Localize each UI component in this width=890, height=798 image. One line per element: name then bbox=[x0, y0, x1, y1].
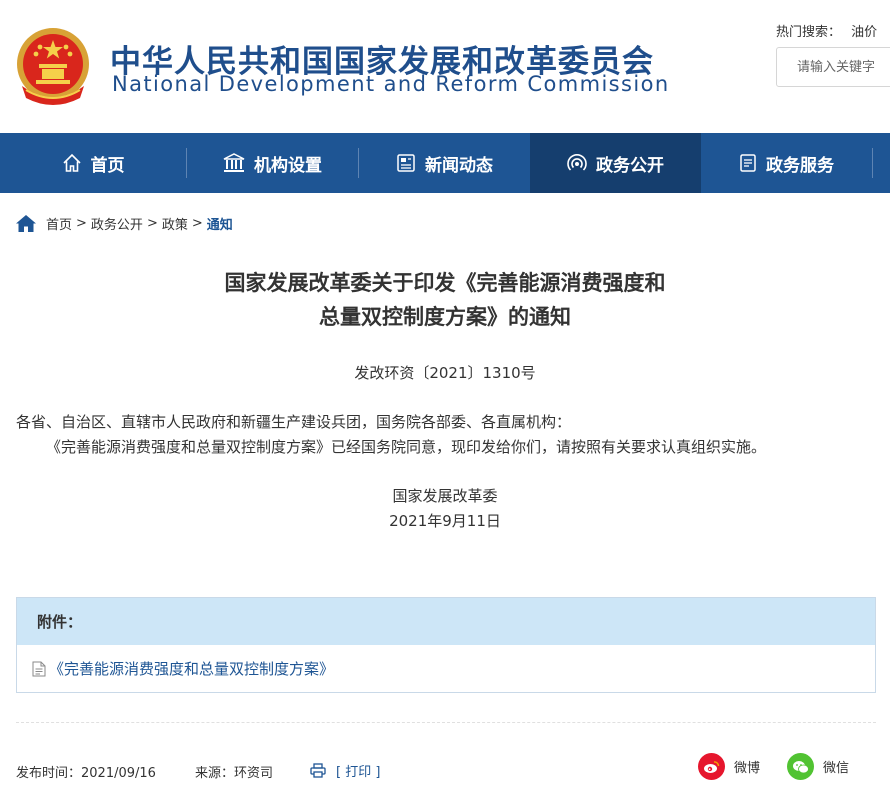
breadcrumb-current[interactable]: 通知 bbox=[207, 214, 233, 233]
search-input[interactable] bbox=[777, 48, 890, 86]
article-title-line: 总量双控制度方案》的通知 bbox=[319, 305, 571, 329]
broadcast-icon bbox=[567, 154, 587, 171]
source: 来源：环资司 bbox=[195, 766, 274, 781]
attachment-header: 附件： bbox=[17, 598, 875, 645]
home-outline-icon bbox=[62, 153, 81, 172]
attachment-file-name: 《完善能源消费强度和总量双控制度方案》 bbox=[49, 660, 335, 678]
signature-org: 国家发展改革委 bbox=[392, 487, 498, 505]
body-paragraph: 《完善能源消费强度和总量双控制度方案》已经国务院同意，现印发给你们，请按照有关要… bbox=[46, 438, 767, 456]
nav-item-label: 首页 bbox=[90, 155, 125, 176]
breadcrumb-policy[interactable]: 政策 bbox=[162, 214, 188, 233]
national-emblem-icon[interactable] bbox=[14, 26, 92, 106]
main-nav: 首页 机构设置 新闻动态 政务公开 政务服务 bbox=[0, 133, 890, 193]
footer-divider bbox=[16, 722, 876, 723]
nav-item-news[interactable]: 新闻动态 bbox=[359, 133, 530, 193]
article-title-line: 国家发展改革委关于印发《完善能源消费强度和 bbox=[224, 271, 666, 295]
newspaper-icon bbox=[397, 154, 415, 172]
article-body: 各省、自治区、直辖市人民政府和新疆生产建设兵团，国务院各部委、各直属机构： 《完… bbox=[16, 410, 876, 460]
share-wechat-button[interactable]: 微信 bbox=[787, 753, 849, 780]
nav-item-label: 机构设置 bbox=[254, 155, 322, 176]
nav-item-label: 政务服务 bbox=[766, 155, 834, 176]
institution-icon bbox=[223, 153, 245, 172]
nav-item-institutions[interactable]: 机构设置 bbox=[187, 133, 358, 193]
publish-time: 发布时间：2021/09/16 bbox=[16, 766, 156, 781]
breadcrumb: 首页 > 政务公开 > 政策 > 通知 bbox=[16, 213, 233, 233]
hot-search-keyword[interactable]: 油价 bbox=[851, 25, 877, 40]
nav-divider bbox=[872, 148, 873, 178]
document-number: 发改环资〔2021〕1310号 bbox=[354, 364, 536, 382]
site-header: 中华人民共和国国家发展和改革委员会 National Development a… bbox=[0, 0, 890, 133]
weibo-icon bbox=[698, 753, 725, 780]
printer-icon bbox=[310, 763, 326, 778]
nav-item-services[interactable]: 政务服务 bbox=[701, 133, 872, 193]
salutation: 各省、自治区、直辖市人民政府和新疆生产建设兵团，国务院各部委、各直属机构： bbox=[16, 413, 572, 431]
file-icon bbox=[32, 661, 46, 676]
signature-date: 2021年9月11日 bbox=[389, 512, 501, 530]
breadcrumb-separator: > bbox=[146, 215, 158, 231]
breadcrumb-separator: > bbox=[76, 215, 87, 231]
share-weibo-button[interactable]: 微博 bbox=[698, 753, 760, 780]
signature: 国家发展改革委 2021年9月11日 bbox=[0, 484, 890, 534]
print-label: [ 打印 ] bbox=[336, 765, 381, 780]
hot-search: 热门搜索： 油价 价 bbox=[776, 21, 890, 40]
nav-item-label: 政务公开 bbox=[596, 155, 664, 176]
nav-item-label: 新闻动态 bbox=[425, 155, 493, 176]
site-subtitle: National Development and Reform Commissi… bbox=[112, 72, 670, 96]
article-title: 国家发展改革委关于印发《完善能源消费强度和 总量双控制度方案》的通知 bbox=[0, 266, 890, 334]
nav-item-home[interactable]: 首页 bbox=[0, 133, 186, 193]
attachment-box: 附件： 《完善能源消费强度和总量双控制度方案》 bbox=[16, 597, 876, 693]
breadcrumb-government-affairs[interactable]: 政务公开 bbox=[91, 214, 143, 233]
document-icon bbox=[740, 154, 756, 172]
breadcrumb-separator: > bbox=[191, 215, 203, 231]
search-box bbox=[776, 47, 890, 87]
hot-search-label: 热门搜索： bbox=[776, 25, 842, 40]
print-button[interactable]: [ 打印 ] bbox=[310, 761, 380, 780]
attachment-link[interactable]: 《完善能源消费强度和总量双控制度方案》 bbox=[17, 645, 875, 692]
home-icon[interactable] bbox=[16, 214, 36, 232]
nav-item-government-affairs[interactable]: 政务公开 bbox=[530, 133, 701, 193]
share-weibo-label: 微博 bbox=[734, 761, 761, 776]
wechat-icon bbox=[787, 753, 814, 780]
share-wechat-label: 微信 bbox=[823, 761, 850, 776]
breadcrumb-home[interactable]: 首页 bbox=[46, 214, 72, 233]
